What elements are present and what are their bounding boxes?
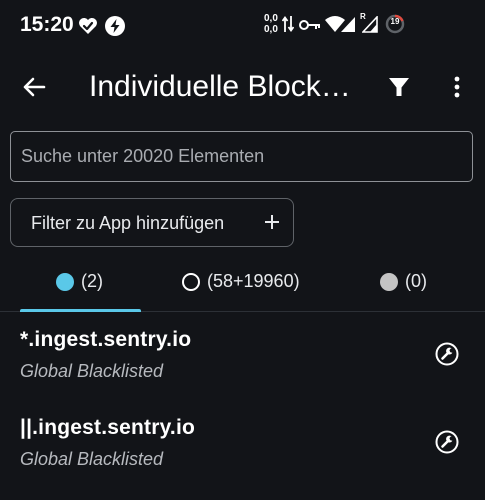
tab-available-label: (58+19960)	[207, 271, 300, 291]
tab-bar: (2) (58+19960) (0)	[0, 255, 485, 312]
net-speed-up: 0,0	[264, 13, 278, 24]
list-item[interactable]: *.ingest.sentry.io Global Blacklisted	[0, 314, 485, 402]
arrow-back-icon	[23, 77, 46, 97]
list-item[interactable]: ||.ingest.sentry.io Global Blacklisted	[0, 402, 485, 490]
tab-blocked-label: (2)	[81, 271, 103, 291]
back-button[interactable]	[14, 66, 56, 108]
gray-dot-icon	[380, 273, 398, 291]
outline-dot-icon	[182, 273, 200, 291]
data-arrows-icon	[282, 15, 294, 33]
signal-roaming-icon	[362, 16, 378, 33]
status-bar: 15:20 0,0 0,0 R 19	[0, 0, 485, 52]
item-title: *.ingest.sentry.io	[20, 328, 192, 351]
page-title: Individuelle Blocklisten	[89, 70, 351, 103]
filter-button[interactable]	[378, 66, 420, 108]
more-vert-icon	[454, 76, 460, 98]
add-filter-label: Filter zu App hinzufügen	[31, 213, 225, 233]
tab-available[interactable]: (58+19960)	[161, 255, 322, 311]
item-title: ||.ingest.sentry.io	[20, 416, 196, 439]
status-time: 15:20	[20, 13, 74, 36]
app-bar: Individuelle Blocklisten	[0, 52, 485, 124]
tab-blocked[interactable]: (2)	[0, 255, 161, 312]
plus-icon	[265, 215, 279, 229]
battery-level: 19	[390, 17, 400, 26]
heart-check-icon	[79, 18, 97, 34]
more-options-button[interactable]	[436, 66, 478, 108]
signal-icon	[341, 17, 355, 32]
add-filter-button[interactable]: Filter zu App hinzufügen	[10, 198, 294, 247]
tab-allowed-label: (0)	[405, 271, 427, 291]
wrench-icon[interactable]	[433, 428, 461, 456]
filter-icon	[389, 78, 409, 96]
active-tab-indicator	[20, 309, 141, 312]
search-field[interactable]	[10, 131, 473, 182]
network-speed: 0,0 0,0	[264, 13, 278, 35]
tab-allowed[interactable]: (0)	[322, 255, 483, 311]
filled-dot-icon	[56, 273, 74, 291]
lightning-bolt-icon	[105, 16, 125, 36]
search-input[interactable]	[11, 132, 472, 181]
item-subtitle: Global Blacklisted	[20, 449, 164, 469]
wrench-icon[interactable]	[433, 340, 461, 368]
item-subtitle: Global Blacklisted	[20, 361, 164, 381]
net-speed-down: 0,0	[264, 24, 278, 35]
vpn-key-icon	[299, 20, 320, 30]
